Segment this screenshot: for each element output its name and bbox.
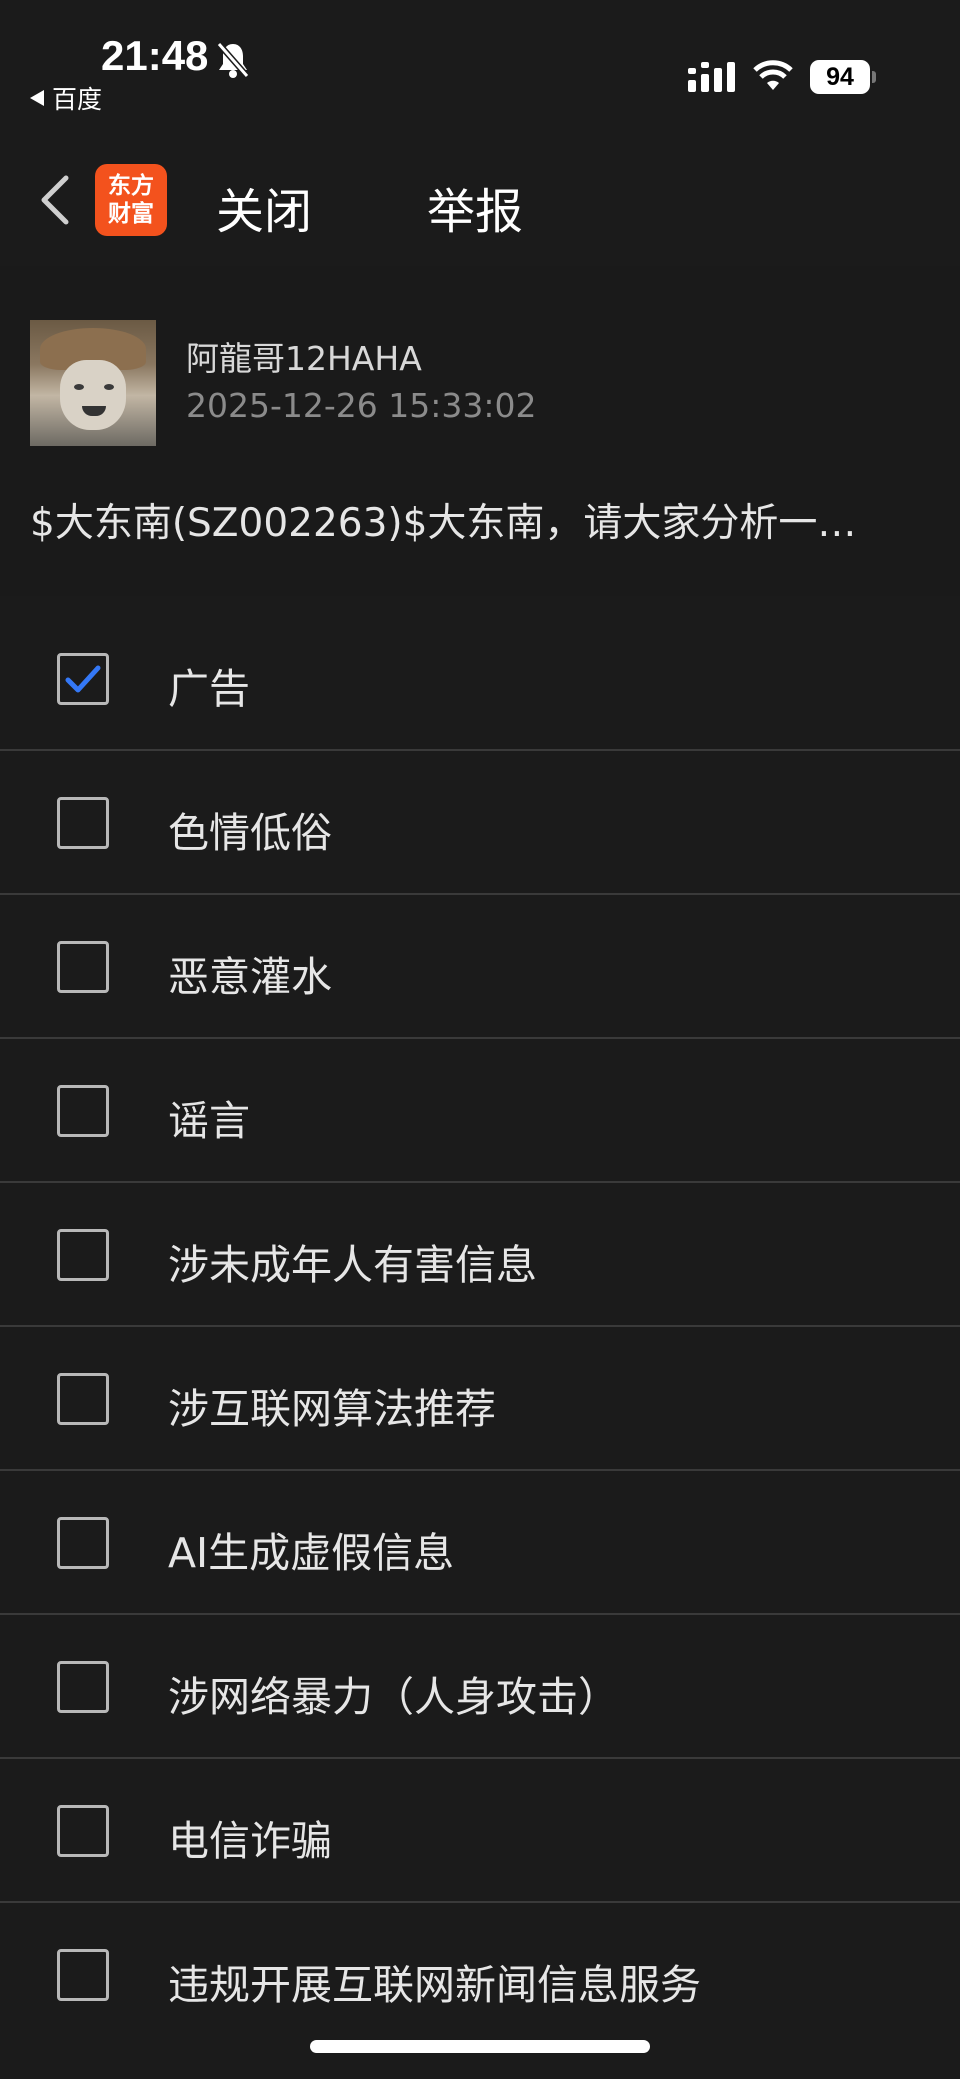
report-reason-list: 广告色情低俗恶意灌水谣言涉未成年人有害信息 涉互联网算法推荐 AI生成虚假信息涉网络… (0, 607, 960, 2047)
reason-label: 电信诈骗 (168, 1817, 332, 1865)
reason-checkbox[interactable] (57, 1517, 109, 1569)
logo-line-2: 财富 (108, 201, 154, 227)
nav-bar: 东方 财富 关闭 举报 (0, 130, 960, 266)
battery-indicator: 94 (810, 60, 876, 94)
report-reason-item[interactable]: 谣言 (0, 1039, 960, 1183)
reported-post: 阿龍哥12HAHA 2025-12-26 15:33:02 $大东南(SZ002… (0, 266, 960, 596)
status-bar: 21:48 百度 94 (0, 0, 960, 130)
reason-label: AI生成虚假信息 (168, 1529, 455, 1577)
reason-checkbox[interactable] (57, 797, 109, 849)
reason-label: 违规开展互联网新闻信息服务 (168, 1961, 701, 2009)
report-reason-item[interactable]: 涉网络暴力（人身攻击） (0, 1615, 960, 1759)
report-reason-item[interactable]: 涉互联网算法推荐 (0, 1327, 960, 1471)
reason-checkbox[interactable] (57, 941, 109, 993)
report-page: 21:48 百度 94 东方 财富 关闭 举报 阿龍哥12HAHA 2025-1… (0, 0, 960, 2079)
wifi-icon (753, 60, 793, 90)
reason-label: 涉互联网算法推荐 (168, 1385, 496, 1433)
post-content: $大东南(SZ002263)$大东南，请大家分析一… (30, 501, 857, 546)
battery-tip (872, 71, 876, 83)
reason-checkbox[interactable] (57, 653, 109, 705)
report-reason-item[interactable]: 恶意灌水 (0, 895, 960, 1039)
report-reason-item[interactable]: 广告 (0, 607, 960, 751)
page-title: 举报 (427, 184, 524, 240)
report-reason-item[interactable]: AI生成虚假信息 (0, 1471, 960, 1615)
reason-label: 色情低俗 (168, 809, 332, 857)
reason-checkbox[interactable] (57, 1949, 109, 2001)
battery-level: 94 (810, 60, 870, 94)
report-reason-item[interactable]: 涉未成年人有害信息 (0, 1183, 960, 1327)
back-chevron-icon[interactable] (36, 170, 76, 230)
report-reason-item[interactable]: 电信诈骗 (0, 1759, 960, 1903)
back-triangle-icon (30, 90, 44, 106)
reason-checkbox[interactable] (57, 1229, 109, 1281)
post-timestamp: 2025-12-26 15:33:02 (186, 386, 537, 425)
reason-label: 涉网络暴力（人身攻击） (168, 1673, 619, 1721)
avatar (30, 320, 156, 446)
reason-checkbox[interactable] (57, 1661, 109, 1713)
reason-checkbox[interactable] (57, 1085, 109, 1137)
logo-line-1: 东方 (108, 173, 154, 199)
home-indicator (310, 2040, 650, 2053)
reason-label: 恶意灌水 (168, 953, 332, 1001)
back-to-app-link[interactable]: 百度 (30, 80, 102, 116)
reason-checkbox[interactable] (57, 1805, 109, 1857)
status-time: 21:48 (101, 32, 209, 79)
post-username: 阿龍哥12HAHA (186, 339, 422, 378)
reason-label: 涉未成年人有害信息 (168, 1241, 537, 1289)
bell-slash-icon (216, 42, 250, 78)
signal-icon (688, 62, 735, 92)
reason-label: 谣言 (168, 1097, 250, 1145)
checkmark-icon (65, 665, 101, 693)
close-button[interactable]: 关闭 (216, 172, 312, 242)
app-logo: 东方 财富 (95, 164, 167, 236)
report-reason-item[interactable]: 色情低俗 (0, 751, 960, 895)
reason-label: 广告 (168, 665, 250, 713)
back-app-label: 百度 (52, 85, 103, 114)
reason-checkbox[interactable] (57, 1373, 109, 1425)
report-reason-item[interactable]: 违规开展互联网新闻信息服务 (0, 1903, 960, 2047)
